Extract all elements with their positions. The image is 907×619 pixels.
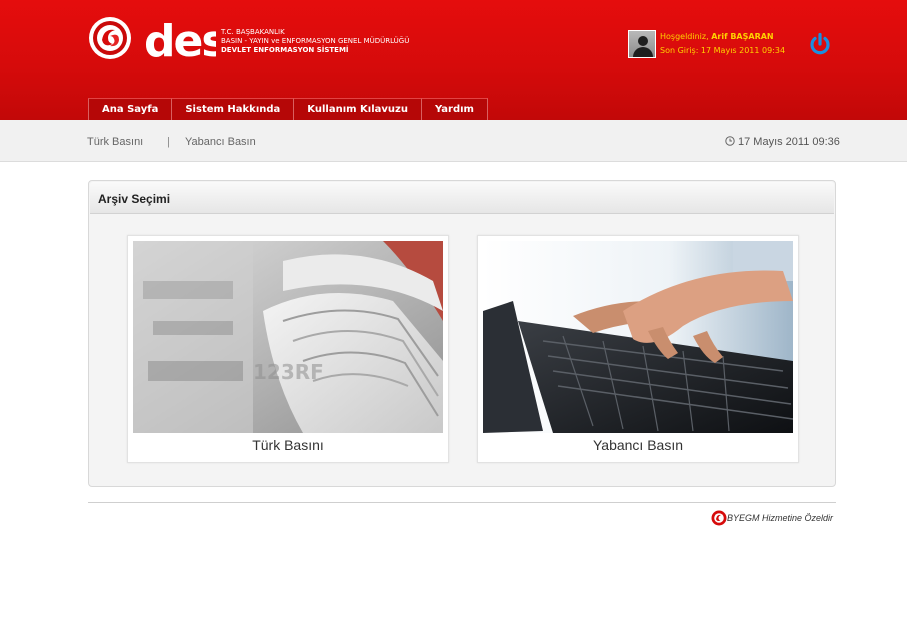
card-label-turk-basini[interactable]: Türk Basını [128,434,448,456]
welcome-text: Hoşgeldiniz, Arif BAŞARAN Son Giriş: 17 … [660,30,785,58]
panel-header: Arşiv Seçimi [90,182,834,214]
last-login: Son Giriş: 17 Mayıs 2011 09:34 [660,46,786,55]
user-name: Arif BAŞARAN [711,32,774,41]
archive-panel: Arşiv Seçimi 123RF Türk Basını Yabancı B… [88,180,836,487]
datetime-text: 17 Mayıs 2011 09:36 [738,136,840,148]
card-label-yabanci-basin[interactable]: Yabancı Basın [478,434,798,456]
footer: BYEGM Hizmetine Özeldir [711,509,833,527]
logo-line-3: DEVLET ENFORMASYON SİSTEMİ [221,46,349,54]
nav-item-ana-sayfa[interactable]: Ana Sayfa [88,98,173,120]
logo-text: T.C. BAŞBAKANLIK BASIN - YAYIN ve ENFORM… [221,28,409,55]
link-yabanci-basin[interactable]: Yabancı Basın [185,136,256,148]
link-turk-basini[interactable]: Türk Basını [87,136,143,148]
byegm-emblem-icon [89,17,131,59]
nav-item-yardim[interactable]: Yardım [421,98,488,120]
link-separator: | [167,136,170,148]
card-yabanci-basin[interactable]: Yabancı Basın [477,235,799,463]
svg-text:des: des [144,16,216,62]
footer-text: BYEGM Hizmetine Özeldir [727,512,834,523]
logo-line-2: BASIN - YAYIN ve ENFORMASYON GENEL MÜDÜR… [221,37,410,45]
des-logo: des [144,16,216,62]
svg-text:123RF: 123RF [253,360,324,384]
nav-item-sistem-hakkinda[interactable]: Sistem Hakkında [172,98,295,120]
header-bar: des T.C. BAŞBAKANLIK BASIN - YAYIN ve EN… [0,0,907,120]
laptop-typing-photo[interactable] [483,241,793,433]
byegm-logo-icon [711,510,727,526]
nav-item-kullanim-kilavuzu[interactable]: Kullanım Kılavuzu [294,98,422,120]
newspapers-photo[interactable]: 123RF [133,241,443,433]
welcome-prefix: Hoşgeldiniz, [660,32,712,41]
clock-icon [725,136,735,146]
power-icon[interactable] [808,32,832,56]
current-datetime: 17 Mayıs 2011 09:36 [725,136,840,148]
logo-line-1: T.C. BAŞBAKANLIK [221,28,285,36]
panel-title: Arşiv Seçimi [98,192,171,206]
user-avatar-icon [628,30,656,58]
main-nav: Ana Sayfa Sistem Hakkında Kullanım Kılav… [88,98,488,120]
card-turk-basini[interactable]: 123RF Türk Basını [127,235,449,463]
footer-divider [88,502,836,503]
